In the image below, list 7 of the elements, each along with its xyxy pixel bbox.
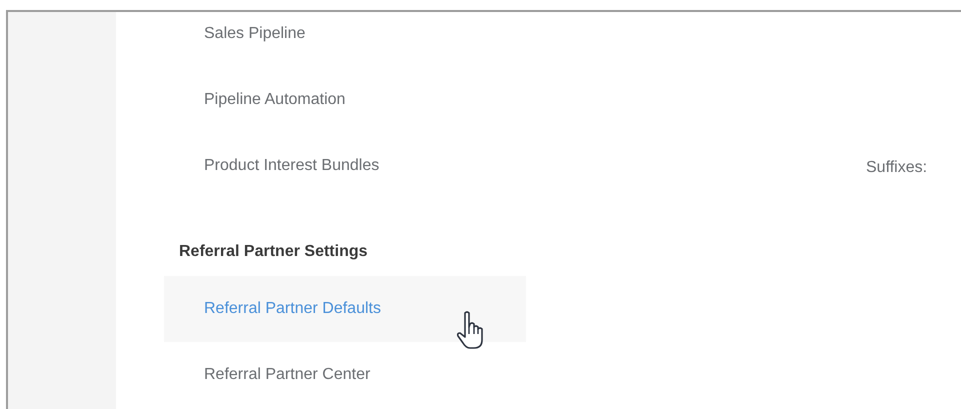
menu-item[interactable]: Product Interest Bundles (164, 133, 526, 199)
menu-item[interactable]: Referral Partner Center (164, 342, 526, 408)
section-heading: Referral Partner Settings (179, 242, 368, 262)
suffixes-label: Suffixes: (866, 159, 928, 176)
menu-item[interactable]: Sales Pipeline (164, 12, 526, 67)
hand-cursor-icon (456, 310, 484, 350)
menu-item[interactable]: Pipeline Automation (164, 67, 526, 133)
